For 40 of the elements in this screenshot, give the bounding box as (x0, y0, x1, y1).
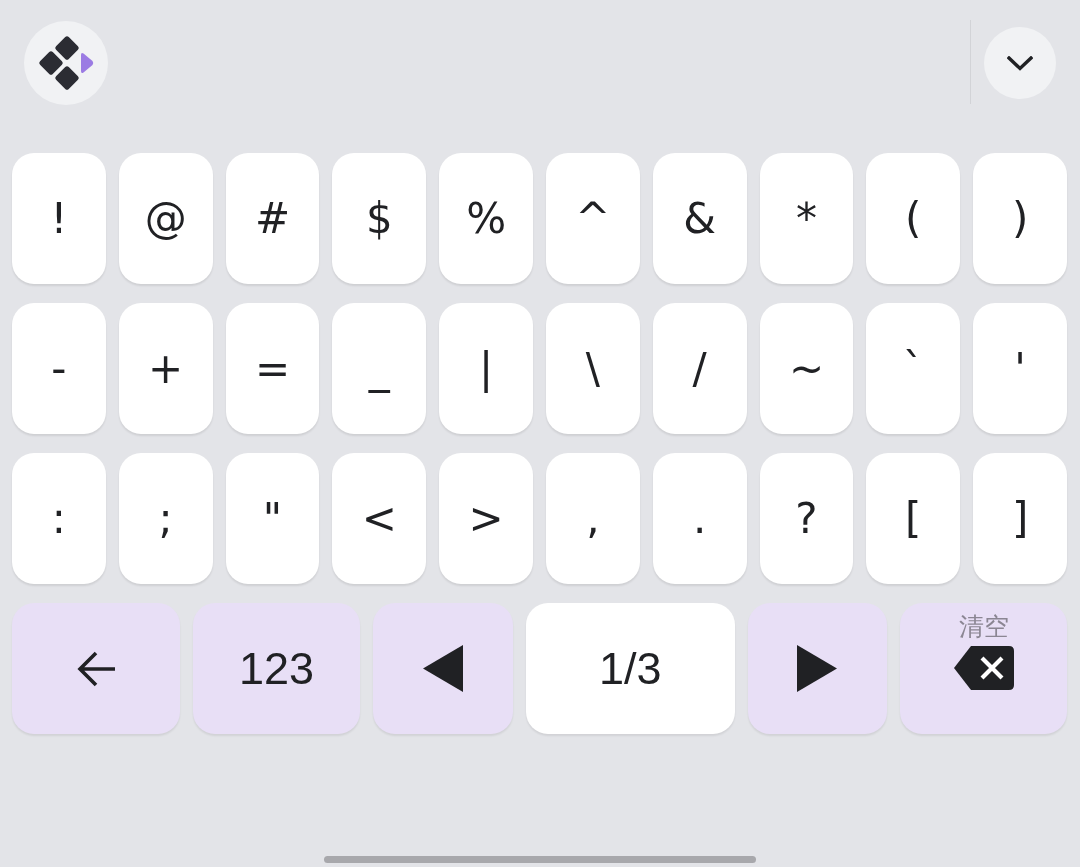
symbol-key[interactable]: ( (866, 153, 961, 284)
logo-icon (38, 35, 94, 91)
symbol-key[interactable]: [ (866, 453, 961, 584)
symbol-key[interactable]: \ (546, 303, 640, 434)
symbol-key[interactable]: = (225, 303, 320, 434)
symbol-key[interactable]: % (439, 153, 533, 284)
mode-switch-button[interactable]: 123 (192, 603, 361, 734)
symbol-key[interactable]: ~ (759, 303, 854, 434)
triangle-right-icon (797, 645, 838, 692)
symbol-key[interactable]: - (12, 303, 106, 434)
symbol-key[interactable]: ^ (546, 153, 640, 284)
symbol-key[interactable]: ] (973, 453, 1067, 584)
page-key[interactable]: 1/3 (526, 603, 735, 734)
symbol-key[interactable]: $ (332, 153, 427, 284)
symbol-key[interactable]: ; (118, 453, 213, 584)
symbol-key[interactable]: * (759, 153, 854, 284)
symbol-key[interactable]: < (332, 453, 427, 584)
symbol-key[interactable]: / (652, 303, 747, 434)
chevron-down-icon (1007, 55, 1033, 71)
symbol-key[interactable]: | (439, 303, 533, 434)
triangle-left-icon (423, 645, 464, 692)
symbol-key[interactable]: ? (759, 453, 854, 584)
symbol-key[interactable]: > (439, 453, 533, 584)
next-page-button[interactable] (747, 603, 888, 734)
arrow-left-icon (75, 649, 116, 688)
symbol-key[interactable]: . (652, 453, 747, 584)
symbol-key[interactable]: " (225, 453, 320, 584)
symbol-key[interactable]: & (652, 153, 747, 284)
symbol-key[interactable]: : (12, 453, 106, 584)
symbol-key[interactable]: ` (866, 303, 961, 434)
backspace-icon (953, 646, 1014, 690)
symbol-key[interactable]: @ (118, 153, 213, 284)
symbol-key[interactable]: , (546, 453, 640, 584)
symbol-key[interactable]: _ (332, 303, 427, 434)
symbol-key[interactable]: ) (973, 153, 1067, 284)
symbol-key[interactable]: ! (12, 153, 106, 284)
symbol-key[interactable]: ' (973, 303, 1067, 434)
symbol-key[interactable]: # (225, 153, 320, 284)
previous-page-button[interactable] (373, 603, 514, 734)
symbol-key[interactable]: + (118, 303, 213, 434)
